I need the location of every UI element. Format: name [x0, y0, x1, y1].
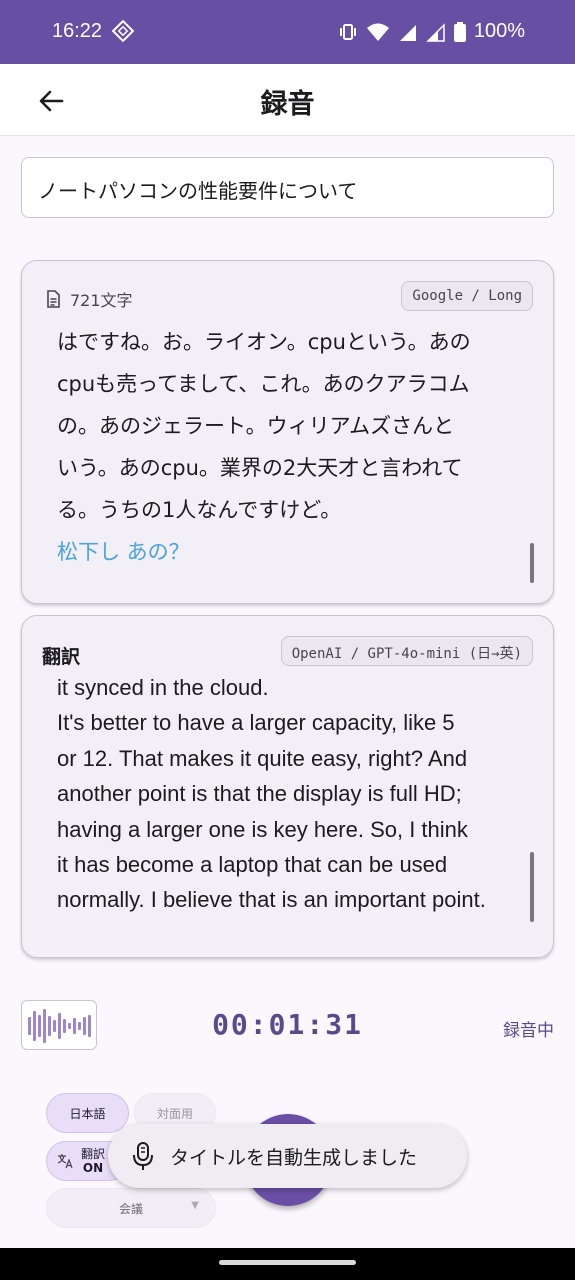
dropdown-caret-icon: ▼: [191, 1200, 199, 1211]
system-nav-bar: [0, 1248, 575, 1280]
transcript-line: cpuも売ってまして、これ。あのクアラコム: [57, 372, 470, 396]
toast-message: タイトルを自動生成しました: [170, 1146, 418, 1169]
translation-line: it has become a laptop that can be used: [57, 852, 448, 878]
language-chip[interactable]: 日本語: [46, 1093, 129, 1133]
transcript-line: る。うちの1人なんですけど。: [57, 498, 342, 522]
char-count-label: 721文字: [70, 291, 133, 310]
signal-icon: [399, 24, 416, 41]
status-icons: 100%: [338, 20, 525, 43]
notification-icon: [112, 20, 134, 42]
document-icon: [47, 290, 60, 308]
translation-engine-badge: OpenAI / GPT-4o-mini (日→英): [280, 636, 533, 666]
toast-snackbar: タイトルを自動生成しました: [108, 1124, 467, 1188]
recording-timer: 00:01:31: [212, 1008, 363, 1041]
recording-status: 録音中: [503, 1021, 554, 1041]
translation-line: or 12. That makes it quite easy, right? …: [57, 745, 468, 771]
transcript-line: いう。あのcpu。業界の2大天才と言われて: [57, 456, 463, 480]
status-time: 16:22: [52, 20, 103, 42]
recorder-row: 00:01:31 録音中: [0, 998, 575, 1054]
translation-label: 翻訳: [42, 646, 81, 668]
translation-line: normally. I believe that is an important…: [57, 887, 486, 913]
translate-chip-label: 翻訳 ON: [81, 1147, 105, 1175]
transcript-line: の。あのジェラート。ウィリアムズさんと: [57, 414, 455, 438]
transcript-text: はですね。お。ライオン。cpuという。あの cpuも売ってまして、これ。あのクア…: [57, 321, 527, 573]
battery-percent: 100%: [473, 20, 525, 42]
partial-transcript: 松下し あの？: [57, 540, 190, 564]
translation-card: 翻訳 OpenAI / GPT-4o-mini (日→英) it synced …: [21, 615, 554, 958]
vibrate-icon: [339, 23, 356, 40]
mode-select-value: 会議: [118, 1201, 143, 1216]
translation-line: having a larger one is key here. So, I t…: [57, 816, 468, 842]
transcript-card: 721文字 Google / Long はですね。お。ライオン。cpuという。あ…: [21, 260, 554, 604]
microphone-icon: [133, 1142, 153, 1170]
translation-line: it synced in the cloud.: [57, 675, 269, 700]
stt-engine-badge: Google / Long: [401, 281, 533, 311]
app-bar: 録音: [0, 64, 575, 136]
recording-title-input[interactable]: ノートパソコンの性能要件について: [21, 157, 554, 218]
translate-icon: [57, 1154, 73, 1169]
status-bar: 16:22 100%: [0, 0, 575, 64]
home-gesture-handle[interactable]: [219, 1260, 356, 1265]
transcript-scrollbar[interactable]: [530, 543, 534, 583]
translation-text: it synced in the cloud. It's better to h…: [57, 670, 527, 918]
translation-line: another point is that the display is ful…: [57, 781, 462, 807]
signal-icon-2: [426, 22, 445, 42]
translation-scrollbar[interactable]: [530, 852, 534, 922]
page-title: 録音: [260, 89, 315, 120]
translate-chip-line2: ON: [82, 1161, 104, 1175]
translate-chip-line1: 翻訳: [81, 1147, 106, 1161]
translation-line: It's better to have a larger capacity, l…: [57, 710, 455, 736]
transcript-line: はですね。お。ライオン。cpuという。あの: [57, 330, 471, 354]
char-count: 721文字: [44, 287, 133, 311]
mode-select[interactable]: 会議 ▼: [46, 1188, 216, 1228]
wifi-icon: [366, 23, 389, 41]
battery-icon: [453, 21, 466, 42]
